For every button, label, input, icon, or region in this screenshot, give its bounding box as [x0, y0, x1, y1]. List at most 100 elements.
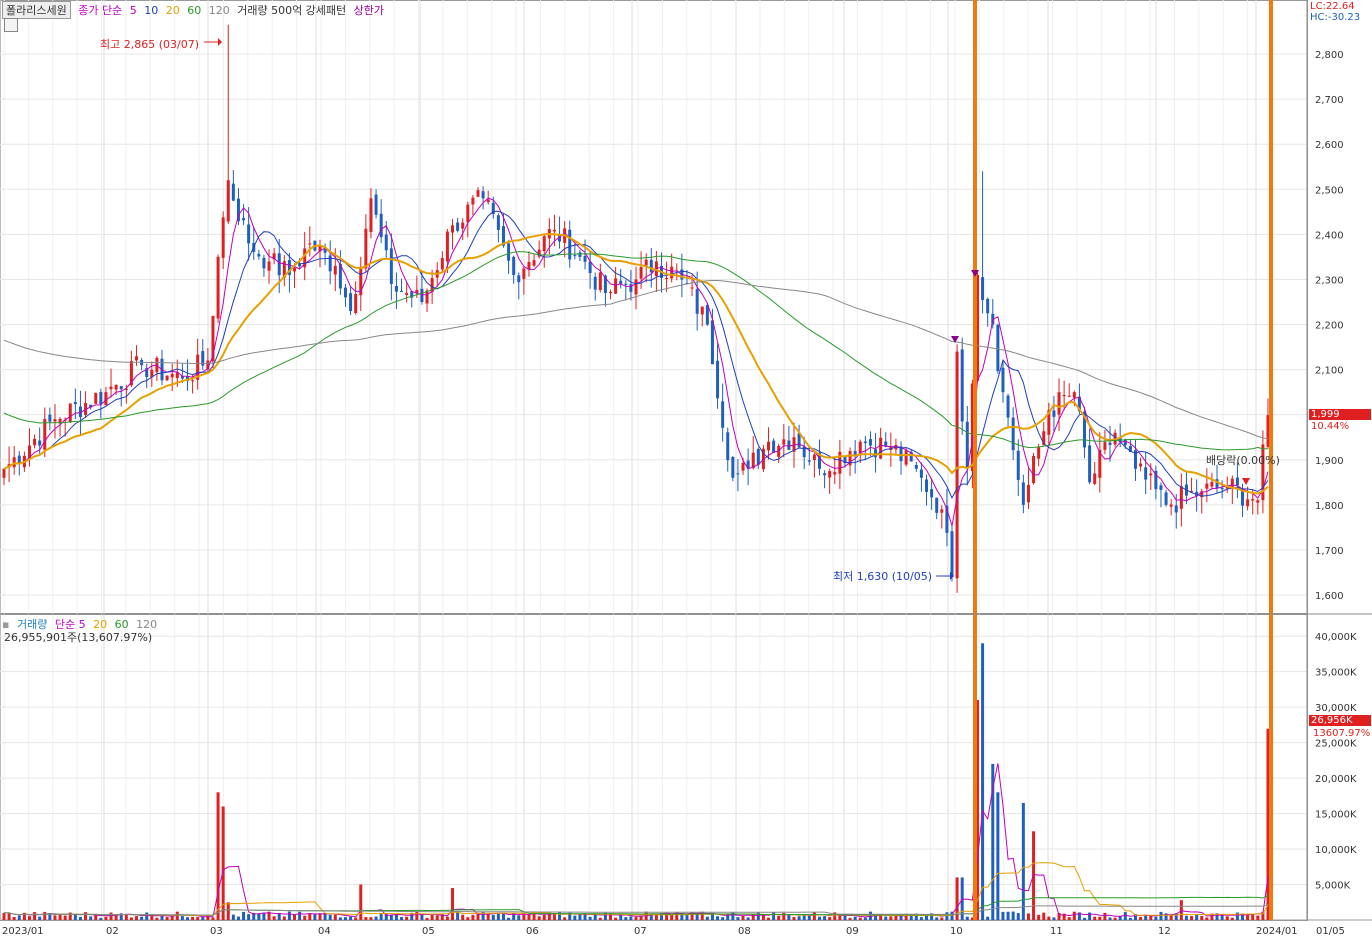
- volume-bar: [1220, 915, 1224, 920]
- candle-body: [114, 384, 118, 390]
- volume-bar: [129, 917, 133, 920]
- candle-body: [440, 258, 444, 270]
- candle-body: [12, 457, 16, 468]
- volume-bar: [140, 916, 144, 920]
- candle-body: [960, 349, 964, 422]
- candle-body: [767, 441, 771, 451]
- volume-bar: [1016, 913, 1020, 920]
- volume-bar: [287, 911, 291, 920]
- volume-tick-label: 10,000K: [1315, 845, 1357, 856]
- price-tick-label: 2,100: [1315, 366, 1344, 377]
- candle-body: [226, 180, 230, 222]
- candle-body: [1006, 395, 1010, 418]
- volume-tick-label: 20,000K: [1315, 774, 1357, 785]
- volume-bar: [180, 916, 184, 920]
- grid-icon[interactable]: [4, 18, 18, 32]
- volume-bar: [1088, 912, 1092, 920]
- volume-bar: [1072, 911, 1076, 920]
- volume-bar: [430, 914, 434, 920]
- volume-bar: [84, 912, 88, 920]
- volume-bar: [491, 914, 495, 920]
- volume-bar: [736, 917, 740, 920]
- candle-body: [721, 401, 725, 428]
- volume-bar: [99, 917, 103, 920]
- candle-body: [772, 440, 776, 453]
- price-badge: 1,999: [1309, 409, 1371, 420]
- x-tick-label: 09: [846, 926, 859, 937]
- x-tick-label: 2024/01: [1256, 926, 1298, 937]
- candle-body: [425, 290, 429, 304]
- price-tick-label: 2,500: [1315, 185, 1344, 196]
- volume-bar: [812, 912, 816, 920]
- volume-bar: [1169, 915, 1173, 920]
- candle-body: [471, 197, 475, 205]
- candle-body: [644, 259, 648, 266]
- x-tick-label: 05: [422, 926, 435, 937]
- symbol-label[interactable]: 폴라리스세원: [2, 1, 71, 19]
- candle-body: [405, 293, 409, 295]
- legend-item: 5: [129, 4, 137, 17]
- candle-body: [751, 452, 755, 469]
- stock-chart[interactable]: 1,6001,7001,8001,9002,0002,1002,2002,300…: [0, 0, 1372, 940]
- candle-body: [379, 213, 383, 238]
- x-tick-label: 12: [1158, 926, 1171, 937]
- volume-bar: [1200, 915, 1204, 920]
- volume-pane-frame: [0, 614, 1308, 921]
- volume-bar: [33, 912, 37, 920]
- volume-bar: [216, 792, 220, 920]
- candle-body: [349, 293, 353, 312]
- volume-bar: [858, 917, 862, 920]
- candle-body: [170, 373, 174, 378]
- candle-body: [1251, 498, 1255, 501]
- candle-body: [670, 266, 674, 279]
- volume-bar: [1083, 917, 1087, 920]
- candle-body: [863, 441, 867, 444]
- candle-body: [838, 451, 842, 474]
- legend-item: 10: [144, 4, 159, 17]
- volume-bar: [282, 916, 286, 920]
- volume-bar: [1052, 917, 1056, 920]
- candle-body: [1149, 473, 1153, 476]
- volume-bar: [741, 915, 745, 920]
- volume-bar: [435, 915, 439, 920]
- candle-body: [925, 479, 929, 492]
- volume-bar: [705, 916, 709, 920]
- candle-body: [935, 497, 939, 513]
- legend-item: 120: [208, 4, 230, 17]
- volume-bar: [817, 916, 821, 920]
- candle-body: [119, 386, 123, 390]
- candle-body: [823, 473, 827, 476]
- volume-bar: [721, 917, 725, 920]
- candle-body: [343, 287, 347, 298]
- volume-bar: [58, 914, 62, 920]
- volume-bar: [527, 914, 531, 920]
- ma-line-10: [3, 210, 1269, 500]
- candle-body: [1088, 445, 1092, 483]
- candle-body: [1062, 394, 1066, 397]
- volume-bar: [1190, 915, 1194, 920]
- volume-bar: [1021, 802, 1025, 920]
- price-pane-frame: [0, 0, 1308, 614]
- candle-body: [619, 280, 623, 284]
- x-tick-label: 02: [106, 926, 119, 937]
- candle-body: [461, 222, 465, 229]
- high-annotation: 최고 2,865 (03/07): [100, 38, 200, 51]
- volume-bar: [517, 915, 521, 920]
- volume-bar: [772, 912, 776, 920]
- volume-bar: [1159, 911, 1163, 920]
- candle-body: [1032, 455, 1036, 484]
- volume-bar: [1067, 917, 1071, 920]
- volume-bar: [369, 917, 373, 920]
- candle-body: [736, 473, 740, 475]
- volume-bar: [456, 911, 460, 920]
- legend-item: 20: [165, 4, 180, 17]
- volume-bar: [756, 912, 760, 920]
- candle-body: [639, 267, 643, 279]
- volume-bar: [1256, 915, 1260, 920]
- volume-bar: [328, 914, 332, 920]
- candle-body: [726, 432, 730, 461]
- high-arrow-head: [218, 38, 222, 46]
- volume-bar: [945, 912, 949, 920]
- candle-body: [782, 439, 786, 445]
- candle-body: [242, 218, 246, 221]
